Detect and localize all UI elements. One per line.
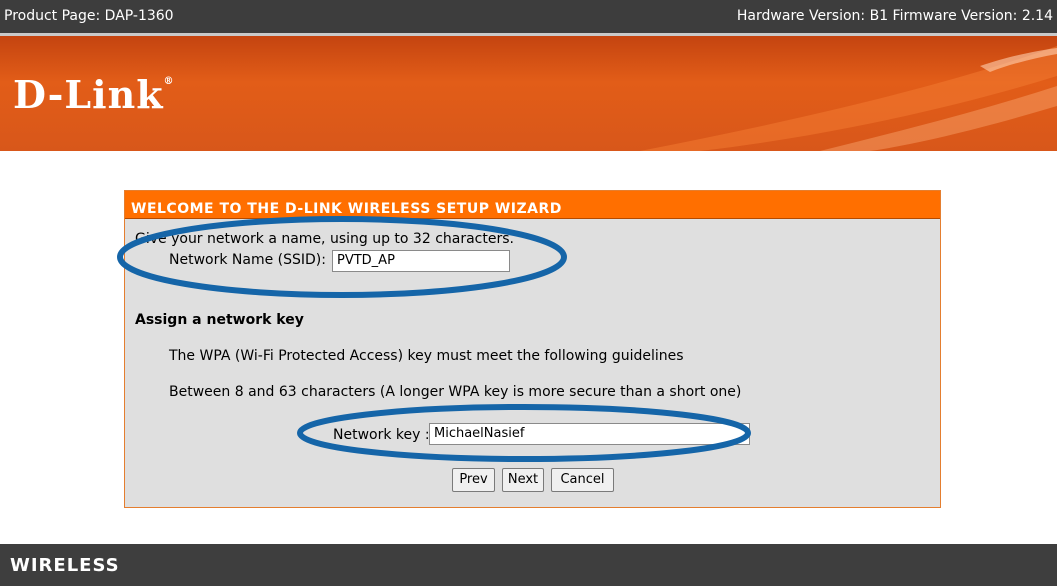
wizard-title: WELCOME TO THE D-LINK WIRELESS SETUP WIZ… — [125, 191, 940, 219]
ssid-intro-text: Give your network a name, using up to 32… — [135, 231, 514, 247]
network-key-heading: Assign a network key — [135, 312, 304, 328]
wpa-guideline-text: The WPA (Wi-Fi Protected Access) key mus… — [169, 348, 684, 364]
product-page-label: Product Page: DAP-1360 — [4, 8, 174, 24]
setup-wizard-panel: WELCOME TO THE D-LINK WIRELESS SETUP WIZ… — [124, 190, 941, 508]
network-key-label: Network key : — [333, 427, 430, 443]
footer-bar: WIRELESS — [0, 544, 1057, 586]
key-length-guideline-text: Between 8 and 63 characters (A longer WP… — [169, 384, 742, 400]
next-button[interactable]: Next — [502, 468, 544, 492]
ssid-label: Network Name (SSID): — [169, 252, 326, 268]
cancel-button[interactable]: Cancel — [551, 468, 614, 492]
dlink-logo: D-Link® — [13, 72, 175, 117]
prev-button[interactable]: Prev — [452, 468, 495, 492]
network-key-input[interactable]: MichaelNasief — [429, 423, 750, 445]
ssid-input[interactable]: PVTD_AP — [332, 250, 510, 272]
top-bar: Product Page: DAP-1360 Hardware Version:… — [0, 0, 1057, 36]
version-info: Hardware Version: B1 Firmware Version: 2… — [736, 8, 1053, 24]
footer-wireless-label: WIRELESS — [10, 555, 120, 576]
dlink-banner: D-Link® — [0, 36, 1057, 151]
